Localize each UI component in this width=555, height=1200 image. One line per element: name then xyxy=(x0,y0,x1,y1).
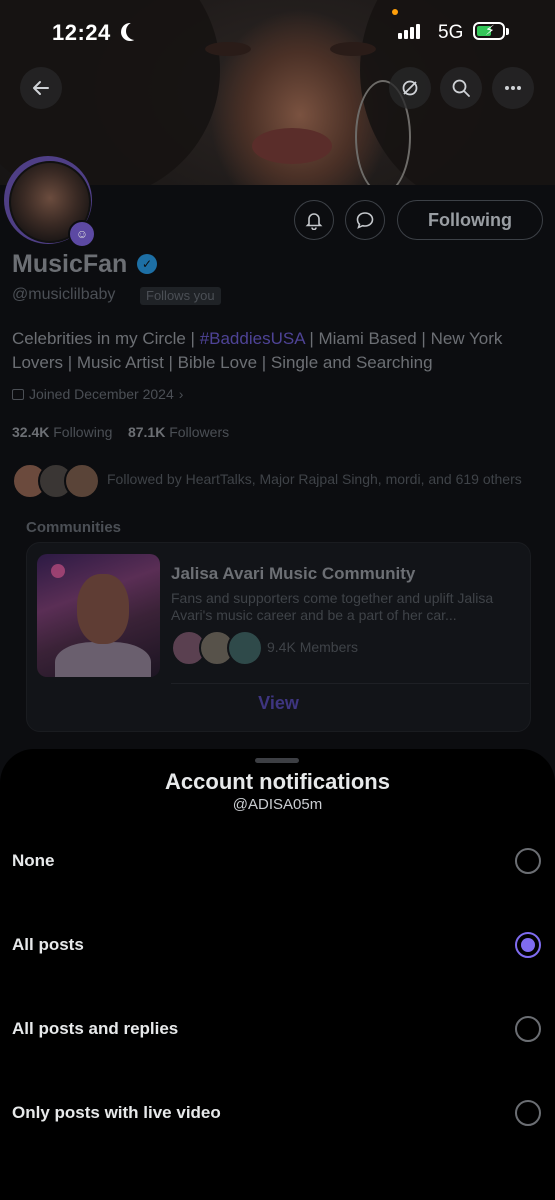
followed-by-text: Followed by HeartTalks, Major Rajpal Sin… xyxy=(107,471,522,487)
radio-button[interactable] xyxy=(515,848,541,874)
option-all-posts-and-replies[interactable]: All posts and replies xyxy=(0,987,555,1071)
back-button[interactable] xyxy=(20,67,62,109)
follow-stats: 32.4K Following 87.1K Followers xyxy=(12,424,229,440)
community-description: Fans and supporters come together and up… xyxy=(171,590,494,623)
moon-icon xyxy=(126,22,144,40)
signal-icon xyxy=(398,24,420,39)
bell-icon xyxy=(305,213,323,230)
radio-button[interactable] xyxy=(515,1100,541,1126)
status-bar: 12:24 5G ⚡ xyxy=(0,0,555,66)
option-all-posts[interactable]: All posts xyxy=(0,903,555,987)
joined-label: Joined December 2024 xyxy=(29,386,174,402)
calendar-icon xyxy=(12,388,24,400)
option-label: None xyxy=(12,851,55,870)
radio-button[interactable] xyxy=(515,1016,541,1042)
more-button[interactable] xyxy=(492,67,534,109)
option-label: All posts xyxy=(12,935,84,954)
communities-heading: Communities xyxy=(26,519,122,536)
community-image xyxy=(37,554,160,677)
notification-bell-button[interactable] xyxy=(294,200,334,240)
profile-name: MusicFan xyxy=(12,250,128,278)
joined-date[interactable]: Joined December 2024 › xyxy=(12,386,183,402)
more-dots-icon xyxy=(505,86,521,90)
privacy-indicator-dot xyxy=(392,9,398,15)
member-avatar xyxy=(227,630,263,666)
community-view-button[interactable]: View xyxy=(27,693,530,714)
follower-avatar xyxy=(64,463,100,499)
grok-button[interactable] xyxy=(389,67,431,109)
bio-hashtag-link[interactable]: #BaddiesUSA xyxy=(200,329,305,348)
profile-bio: Celebrities in my Circle | #BaddiesUSA |… xyxy=(12,327,542,375)
chevron-right-icon: › xyxy=(178,386,184,402)
search-button[interactable] xyxy=(440,67,482,109)
follows-you-badge: Follows you xyxy=(140,287,221,305)
profile-avatar[interactable]: ☺ xyxy=(4,156,96,248)
verified-badge-icon: ✓ xyxy=(137,254,157,274)
profile-handle: @musiclilbaby xyxy=(12,286,116,303)
status-time: 12:24 xyxy=(52,20,111,45)
followers-stat[interactable]: 87.1K Followers xyxy=(128,424,229,440)
sheet-grabber-handle[interactable] xyxy=(255,758,299,763)
sheet-title: Account notifications xyxy=(165,769,390,794)
community-card[interactable]: Jalisa Avari Music Community Fans and su… xyxy=(26,542,531,732)
option-label: All posts and replies xyxy=(12,1019,179,1038)
option-none[interactable]: None xyxy=(0,819,555,903)
grok-icon xyxy=(402,80,418,96)
message-button[interactable] xyxy=(345,200,385,240)
account-notifications-sheet: Account notifications @ADISA05m None All… xyxy=(0,749,555,1200)
radio-button-selected[interactable] xyxy=(515,932,541,958)
option-label: Only posts with live video xyxy=(12,1103,221,1122)
search-icon xyxy=(452,79,470,97)
following-stat[interactable]: 32.4K Following xyxy=(12,424,112,440)
sheet-subtitle: @ADISA05m xyxy=(232,796,323,813)
following-button[interactable]: Following xyxy=(397,200,543,240)
followed-by-row[interactable]: Followed by HeartTalks, Major Rajpal Sin… xyxy=(12,463,552,499)
network-type: 5G xyxy=(438,22,464,43)
arrow-left-icon xyxy=(33,81,49,95)
option-live-video-only[interactable]: Only posts with live video xyxy=(0,1071,555,1155)
community-badge-icon: ☺ xyxy=(68,220,96,248)
bio-text: Celebrities in my Circle | xyxy=(12,329,200,348)
chat-bubble-icon xyxy=(356,212,374,229)
community-title: Jalisa Avari Music Community xyxy=(171,564,416,583)
battery-icon: ⚡ xyxy=(473,22,505,40)
community-members-count: 9.4K Members xyxy=(267,639,359,655)
